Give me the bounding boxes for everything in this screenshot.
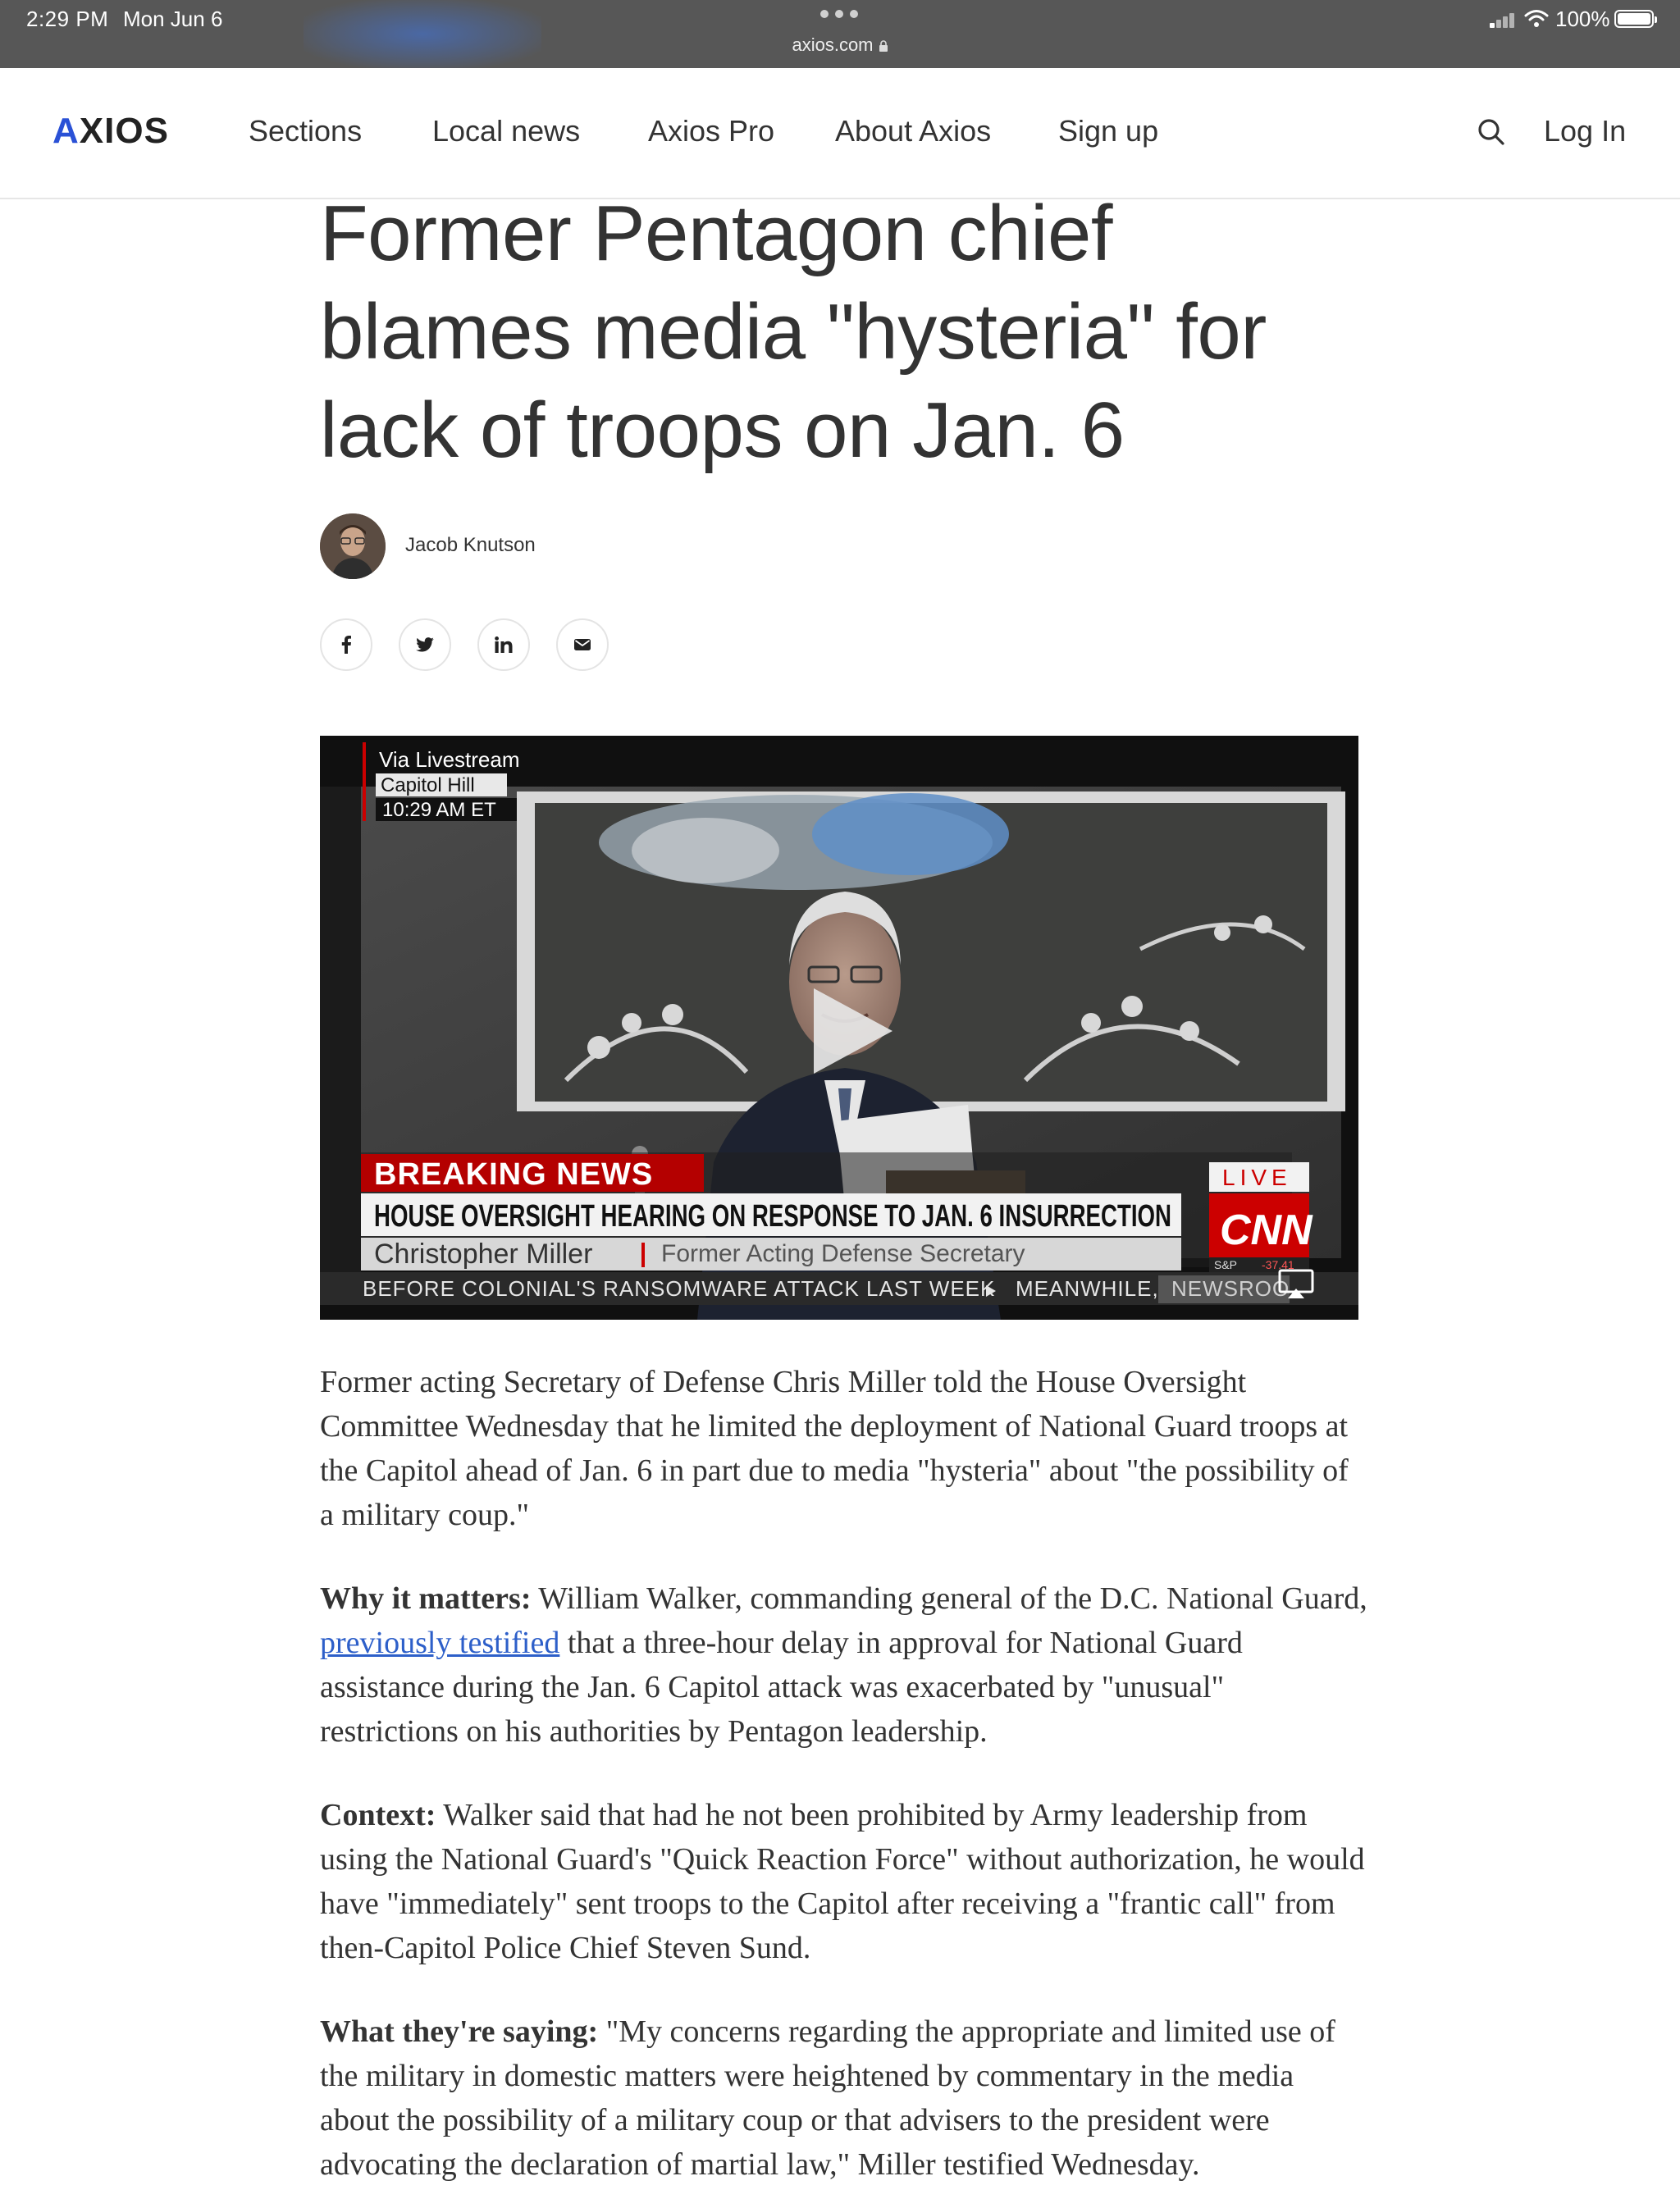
status-date: Mon Jun 6 [123, 7, 223, 31]
address-bar[interactable]: axios.com [0, 34, 1680, 56]
body-paragraph-2: Why it matters: William Walker, commandi… [320, 1576, 1370, 1754]
cellular-signal-icon [1490, 11, 1519, 28]
wifi-icon [1524, 10, 1549, 27]
body-paragraph-3: Context: Walker said that had he not bee… [320, 1793, 1370, 1970]
speaker-title-text: Former Acting Defense Secretary [661, 1240, 1025, 1267]
status-time: 2:29 PM [26, 7, 109, 31]
body-paragraph-4: What they're saying: "My concerns regard… [320, 2010, 1370, 2187]
linkedin-icon [495, 636, 513, 653]
previously-testified-link[interactable]: previously testified [320, 1626, 559, 1660]
cnn-logo-text: CNN [1220, 1207, 1313, 1254]
nav-local-news[interactable]: Local news [432, 114, 580, 148]
paragraph-3-text: Walker said that had he not been prohibi… [320, 1798, 1365, 1965]
video-player[interactable]: Via Livestream Capitol Hill 10:29 AM ET … [320, 736, 1358, 1320]
share-twitter-button[interactable] [399, 618, 451, 671]
status-bar: 2:29 PM Mon Jun 6 axios.com 100% [0, 0, 1680, 68]
ticker-market-text: S&P [1214, 1258, 1237, 1271]
what-theyre-saying-label: What they're saying: [320, 2014, 599, 2049]
email-icon [574, 639, 591, 650]
more-dots-icon[interactable] [820, 10, 860, 20]
site-header: AXIOS Sections Local news Axios Pro Abou… [0, 68, 1680, 199]
login-link[interactable]: Log In [1544, 114, 1626, 148]
author-avatar[interactable] [320, 513, 386, 579]
source-line1-text: Via Livestream [379, 747, 520, 772]
nav-sign-up[interactable]: Sign up [1058, 114, 1158, 148]
logo-text: AXIOS [52, 111, 169, 151]
avatar-image [320, 513, 386, 579]
nav-about-axios[interactable]: About Axios [835, 114, 991, 148]
source-time-text: 10:29 AM ET [382, 799, 496, 821]
play-icon[interactable] [804, 982, 902, 1080]
share-email-button[interactable] [556, 618, 609, 671]
speaker-name-text: Christopher Miller [374, 1239, 592, 1270]
context-label: Context: [320, 1798, 436, 1832]
live-text: LIVE [1222, 1165, 1292, 1190]
nav-sections[interactable]: Sections [249, 114, 362, 148]
lock-icon [879, 40, 888, 52]
battery-icon [1614, 10, 1657, 28]
url-text: axios.com [792, 34, 874, 55]
chyron-headline-text: HOUSE OVERSIGHT HEARING ON RESPONSE TO J… [374, 1199, 1171, 1234]
ticker-next-text: MEANWHILE, [1016, 1276, 1159, 1301]
source-line2-text: Capitol Hill [381, 774, 475, 796]
body-paragraph-1: Former acting Secretary of Defense Chris… [320, 1365, 1349, 1532]
author-name[interactable]: Jacob Knutson [405, 534, 536, 557]
search-icon[interactable] [1477, 117, 1506, 147]
twitter-icon [416, 637, 434, 652]
article-headline: Former Pentagon chief blames media "hyst… [320, 189, 1267, 474]
share-linkedin-button[interactable] [477, 618, 530, 671]
airplay-icon[interactable] [1278, 1269, 1314, 1300]
nav-axios-pro[interactable]: Axios Pro [648, 114, 774, 148]
ticker-text: BEFORE COLONIAL'S RANSOMWARE ATTACK LAST… [363, 1276, 995, 1301]
breaking-news-text: BREAKING NEWS [374, 1157, 653, 1192]
why-it-matters-label: Why it matters: [320, 1581, 532, 1616]
battery-percent: 100% [1555, 7, 1610, 31]
ticker-newsroom-text: NEWSROO [1171, 1276, 1290, 1301]
share-facebook-button[interactable] [320, 618, 372, 671]
facebook-icon [341, 636, 351, 654]
axios-logo[interactable]: AXIOS [52, 111, 169, 155]
paragraph-2-text: William Walker, commanding general of th… [531, 1581, 1367, 1616]
